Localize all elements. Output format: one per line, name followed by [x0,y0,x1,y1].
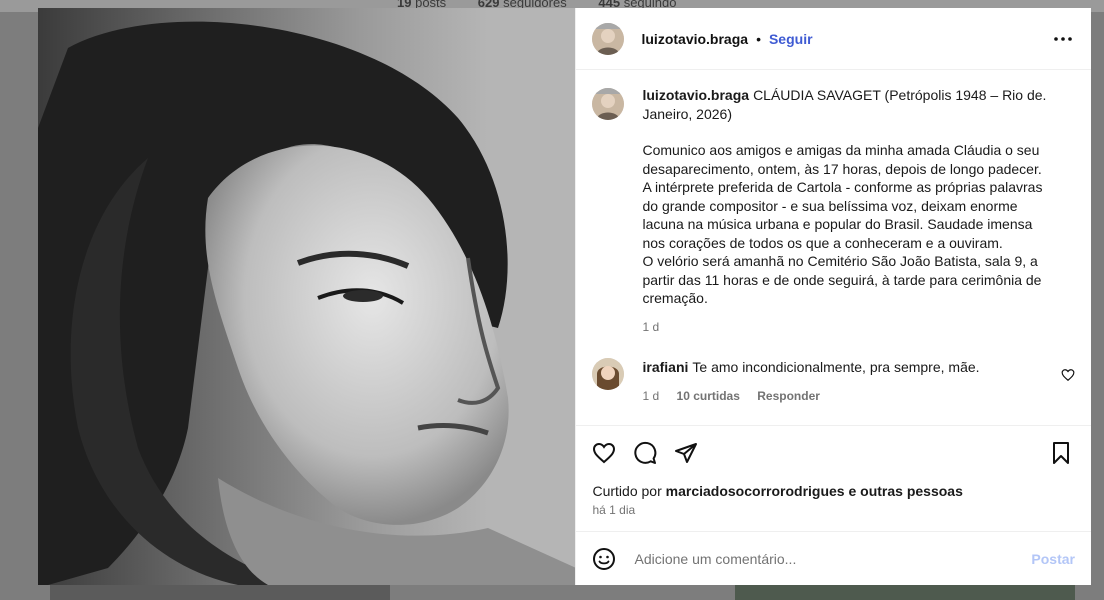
comment-item: irafiani Te amo incondicionalmente, pra s… [592,358,1075,405]
post-date[interactable]: há 1 dia [592,503,1075,517]
share-icon[interactable] [672,439,700,467]
liked-by-user[interactable]: marciadosocorrorodrigues [666,483,845,499]
portrait-image [38,8,576,585]
caption-author-avatar[interactable] [592,88,625,120]
comment-like-heart-icon[interactable] [1061,368,1075,382]
comment-likes[interactable]: 10 curtidas [677,389,740,403]
author-avatar[interactable] [592,22,625,55]
author-username[interactable]: luizotavio.braga [641,31,748,47]
caption-meta: 1 d [642,318,1075,337]
heart-icon[interactable] [590,439,618,467]
header-separator: • [756,30,761,47]
bookmark-icon[interactable] [1047,439,1075,467]
caption-line: nos corações de todos os que a conhecera… [642,234,1003,251]
caption-time[interactable]: 1 d [642,320,659,334]
caption-username[interactable]: luizotavio.braga [642,87,749,103]
follow-button[interactable]: Seguir [769,31,813,47]
background-thumbnail [50,584,390,600]
comment-body: Te amo incondicionalmente, pra sempre, m… [692,359,980,375]
background-thumbnail [735,584,1075,600]
more-horizontal-icon[interactable] [1051,27,1075,51]
caption-line: desaparecimento, ontem, às 17 horas, dep… [642,160,1042,177]
post-photo[interactable] [38,8,576,585]
caption-line: lacuna na música urbana e popular do Bra… [642,216,1033,232]
liked-by-suffix[interactable]: e outras pessoas [848,483,962,499]
post-actions-bar [576,425,1091,479]
caption-line: Comunico aos amigos e amigas da minha am… [642,142,1040,158]
add-comment-bar: Postar [576,531,1091,585]
post-side-panel: luizotavio.braga • Seguir luizotavio.bra… [575,8,1091,585]
likes-summary: Curtido por marciadosocorrorodrigues e o… [576,479,1091,531]
comment-icon[interactable] [631,439,659,467]
comment-meta: 1 d 10 curtidas Responder [642,387,1061,406]
caption-line: partir das 11 horas e de onde seguirá, à… [642,271,1042,288]
liked-by-prefix: Curtido por [592,483,662,499]
comment-username[interactable]: irafiani [642,359,688,375]
commenter-avatar[interactable] [592,358,625,390]
caption-line: A intérprete preferida de Cartola - conf… [642,179,1043,195]
reply-button[interactable]: Responder [757,389,820,403]
caption-text: luizotavio.braga CLÁUDIA SAVAGET (Petrópo… [642,86,1075,336]
caption-line: cremação. [642,290,708,306]
comments-scroll-area[interactable]: luizotavio.braga CLÁUDIA SAVAGET (Petrópo… [576,70,1091,425]
caption: luizotavio.braga CLÁUDIA SAVAGET (Petrópo… [592,86,1075,336]
caption-body: Comunico aos amigos e amigas da minha am… [642,141,1075,308]
comment-input[interactable] [632,549,1032,568]
post-comment-button[interactable]: Postar [1031,551,1075,567]
emoji-icon[interactable] [592,547,616,571]
comment-text: irafiani Te amo incondicionalmente, pra s… [642,358,1061,405]
comment-time[interactable]: 1 d [642,389,659,403]
caption-line: do grande compositor - e sua belíssima v… [642,197,1018,214]
caption-line: O velório será amanhã no Cemitério São J… [642,253,1038,269]
post-header: luizotavio.braga • Seguir [576,8,1091,70]
post-modal: luizotavio.braga • Seguir luizotavio.bra… [38,8,1091,585]
